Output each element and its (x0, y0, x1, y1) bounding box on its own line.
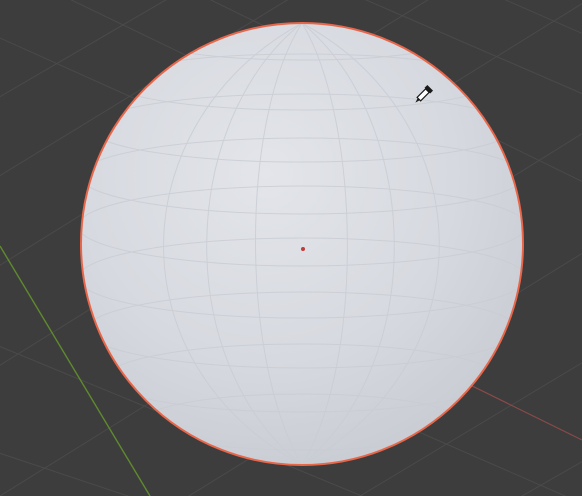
3d-viewport[interactable] (0, 0, 582, 496)
viewport-canvas[interactable] (0, 0, 582, 496)
object-origin-dot (301, 247, 305, 251)
